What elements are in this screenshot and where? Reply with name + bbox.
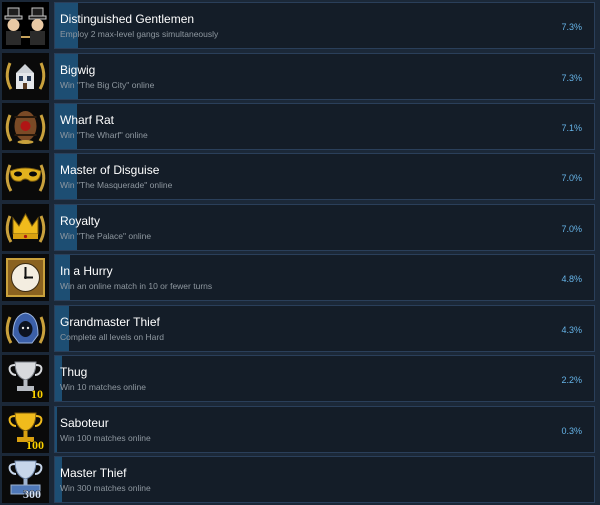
achievement-panel: Royalty Win "The Palace" online 7.0%	[54, 204, 595, 251]
achievement-title: Grandmaster Thief	[60, 315, 160, 329]
achievement-panel: Master Thief Win 300 matches online	[54, 456, 595, 503]
achievement-panel: Bigwig Win "The Big City" online 7.3%	[54, 53, 595, 100]
mask-icon	[2, 153, 49, 200]
gentlemen-icon	[2, 2, 49, 49]
achievement-percent: 7.1%	[561, 123, 582, 133]
achievement-panel: Saboteur Win 100 matches online 0.3%	[54, 406, 595, 453]
achievement-panel: Grandmaster Thief Complete all levels on…	[54, 305, 595, 352]
achievement-description: Win "The Big City" online	[60, 80, 155, 90]
achievement-description: Employ 2 max-level gangs simultaneously	[60, 29, 219, 39]
achievement-row-master-of-disguise[interactable]: Master of Disguise Win "The Masquerade" …	[2, 153, 595, 200]
achievement-title: Master of Disguise	[60, 163, 160, 177]
achievement-percent: 7.0%	[561, 173, 582, 183]
achievement-row-master-thief[interactable]: 300 Master Thief Win 300 matches online	[2, 456, 595, 503]
achievement-row-bigwig[interactable]: Bigwig Win "The Big City" online 7.3%	[2, 53, 595, 100]
achievement-panel: Thug Win 10 matches online 2.2%	[54, 355, 595, 402]
achievement-description: Win an online match in 10 or fewer turns	[60, 281, 213, 291]
achievement-title: Wharf Rat	[60, 113, 115, 127]
achievement-percent: 4.8%	[561, 274, 582, 284]
achievement-percent: 7.3%	[561, 22, 582, 32]
achievement-row-royalty[interactable]: Royalty Win "The Palace" online 7.0%	[2, 204, 595, 251]
progress-fill	[55, 407, 57, 452]
achievement-panel: Distinguished Gentlemen Employ 2 max-lev…	[54, 2, 595, 49]
achievement-description: Win "The Palace" online	[60, 231, 152, 241]
silver-trophy-icon: 10	[2, 355, 49, 402]
achievement-row-wharf-rat[interactable]: Wharf Rat Win "The Wharf" online 7.1%	[2, 103, 595, 150]
achievement-row-thug[interactable]: 10 Thug Win 10 matches online 2.2%	[2, 355, 595, 402]
achievement-title: Royalty	[60, 214, 101, 228]
achievement-percent: 2.2%	[561, 375, 582, 385]
achievement-title: Bigwig	[60, 63, 96, 77]
gold-trophy-icon: 100	[2, 406, 49, 453]
achievement-percent: 0.3%	[561, 426, 582, 436]
platinum-trophy-icon: 300	[2, 456, 49, 503]
achievement-title: Saboteur	[60, 416, 109, 430]
achievement-description: Win 300 matches online	[60, 483, 151, 493]
achievement-description: Complete all levels on Hard	[60, 332, 164, 342]
achievement-title: Thug	[60, 365, 88, 379]
achievement-panel: In a Hurry Win an online match in 10 or …	[54, 254, 595, 301]
achievement-row-grandmaster-thief[interactable]: Grandmaster Thief Complete all levels on…	[2, 305, 595, 352]
trophy-badge-number: 100	[26, 438, 44, 452]
achievement-title: In a Hurry	[60, 264, 113, 278]
achievement-panel: Master of Disguise Win "The Masquerade" …	[54, 153, 595, 200]
achievement-percent: 4.3%	[561, 325, 582, 335]
clock-icon	[2, 254, 49, 301]
achievement-title: Distinguished Gentlemen	[60, 12, 195, 26]
mansion-icon	[2, 53, 49, 100]
trophy-badge-number: 10	[31, 387, 43, 401]
achievement-description: Win "The Wharf" online	[60, 130, 148, 140]
achievement-list: Distinguished Gentlemen Employ 2 max-lev…	[0, 0, 600, 505]
achievement-description: Win 100 matches online	[60, 433, 151, 443]
trophy-badge-number: 300	[23, 487, 41, 501]
achievement-description: Win "The Masquerade" online	[60, 180, 173, 190]
achievement-percent: 7.3%	[561, 73, 582, 83]
achievement-percent: 7.0%	[561, 224, 582, 234]
achievement-title: Master Thief	[60, 466, 127, 480]
achievement-description: Win 10 matches online	[60, 382, 146, 392]
achievement-panel: Wharf Rat Win "The Wharf" online 7.1%	[54, 103, 595, 150]
crown-icon	[2, 204, 49, 251]
achievement-row-saboteur[interactable]: 100 Saboteur Win 100 matches online 0.3%	[2, 406, 595, 453]
barrel-icon	[2, 103, 49, 150]
achievement-row-in-a-hurry[interactable]: In a Hurry Win an online match in 10 or …	[2, 254, 595, 301]
achievement-row-distinguished-gentlemen[interactable]: Distinguished Gentlemen Employ 2 max-lev…	[2, 2, 595, 49]
hooded-thief-icon	[2, 305, 49, 352]
